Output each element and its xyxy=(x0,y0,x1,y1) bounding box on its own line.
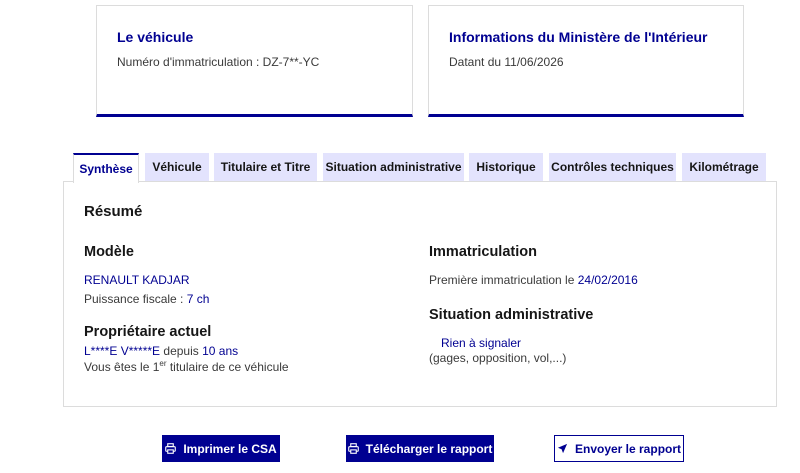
owner-heading: Propriétaire actuel xyxy=(84,324,212,340)
synthese-panel: Résumé Modèle RENAULT KADJAR Puissance f… xyxy=(63,181,777,407)
print-csa-button[interactable]: Imprimer le CSA xyxy=(162,435,280,462)
download-report-button[interactable]: Télécharger le rapport xyxy=(346,435,494,462)
vehicle-card-title: Le véhicule xyxy=(117,29,194,45)
modele-heading: Modèle xyxy=(84,244,134,260)
registration-number: Numéro d'immatriculation : DZ-7**-YC xyxy=(117,55,320,69)
holder-rank: Vous êtes le 1er titulaire de ce véhicul… xyxy=(84,359,289,375)
fiscal-power-label: Puissance fiscale : xyxy=(84,292,187,306)
situation-status: Rien à signaler xyxy=(441,336,522,350)
holder-rank-suffix: titulaire de ce véhicule xyxy=(166,360,289,374)
owner-name: L****E V*****E xyxy=(84,344,161,358)
immatriculation-heading: Immatriculation xyxy=(429,244,537,260)
first-registration-label: Première immatriculation le xyxy=(429,273,578,287)
data-date: Datant du 11/06/2026 xyxy=(449,55,564,69)
print-csa-label: Imprimer le CSA xyxy=(183,441,277,456)
printer-icon xyxy=(165,443,177,454)
holder-rank-prefix: Vous êtes le 1 xyxy=(84,360,160,374)
tab-controles-techniques[interactable]: Contrôles techniques xyxy=(549,153,676,181)
fiscal-power-value: 7 ch xyxy=(186,292,210,306)
tab-titulaire-et-titre[interactable]: Titulaire et Titre xyxy=(214,153,317,181)
vehicle-card: Le véhicule Numéro d'immatriculation : D… xyxy=(96,5,413,117)
send-report-label: Envoyer le rapport xyxy=(574,441,682,456)
tab-vehicule[interactable]: Véhicule xyxy=(145,153,209,181)
owner-line: L****E V*****E depuis 10 ans xyxy=(84,344,238,358)
first-registration-date: 24/02/2016 xyxy=(577,273,638,287)
send-icon xyxy=(557,443,568,454)
situation-heading: Situation administrative xyxy=(429,307,594,323)
first-registration: Première immatriculation le 24/02/2016 xyxy=(429,273,638,287)
model-name: RENAULT KADJAR xyxy=(84,273,190,287)
resume-heading: Résumé xyxy=(84,203,143,220)
ministry-card: Informations du Ministère de l'Intérieur… xyxy=(428,5,744,117)
owner-since-label: depuis xyxy=(160,344,203,358)
send-report-button[interactable]: Envoyer le rapport xyxy=(554,435,684,462)
owner-since-value: 10 ans xyxy=(202,344,239,358)
printer-icon xyxy=(347,443,359,454)
tab-kilometrage[interactable]: Kilométrage xyxy=(682,153,766,181)
holder-rank-sup: er xyxy=(159,359,167,368)
tab-situation-administrative[interactable]: Situation administrative xyxy=(323,153,464,181)
ministry-card-title: Informations du Ministère de l'Intérieur xyxy=(449,29,708,45)
tab-synthese[interactable]: Synthèse xyxy=(73,153,139,183)
fiscal-power: Puissance fiscale : 7 ch xyxy=(84,292,209,306)
download-report-label: Télécharger le rapport xyxy=(365,441,493,456)
tab-historique[interactable]: Historique xyxy=(469,153,543,181)
situation-details: (gages, opposition, vol,...) xyxy=(429,351,567,365)
